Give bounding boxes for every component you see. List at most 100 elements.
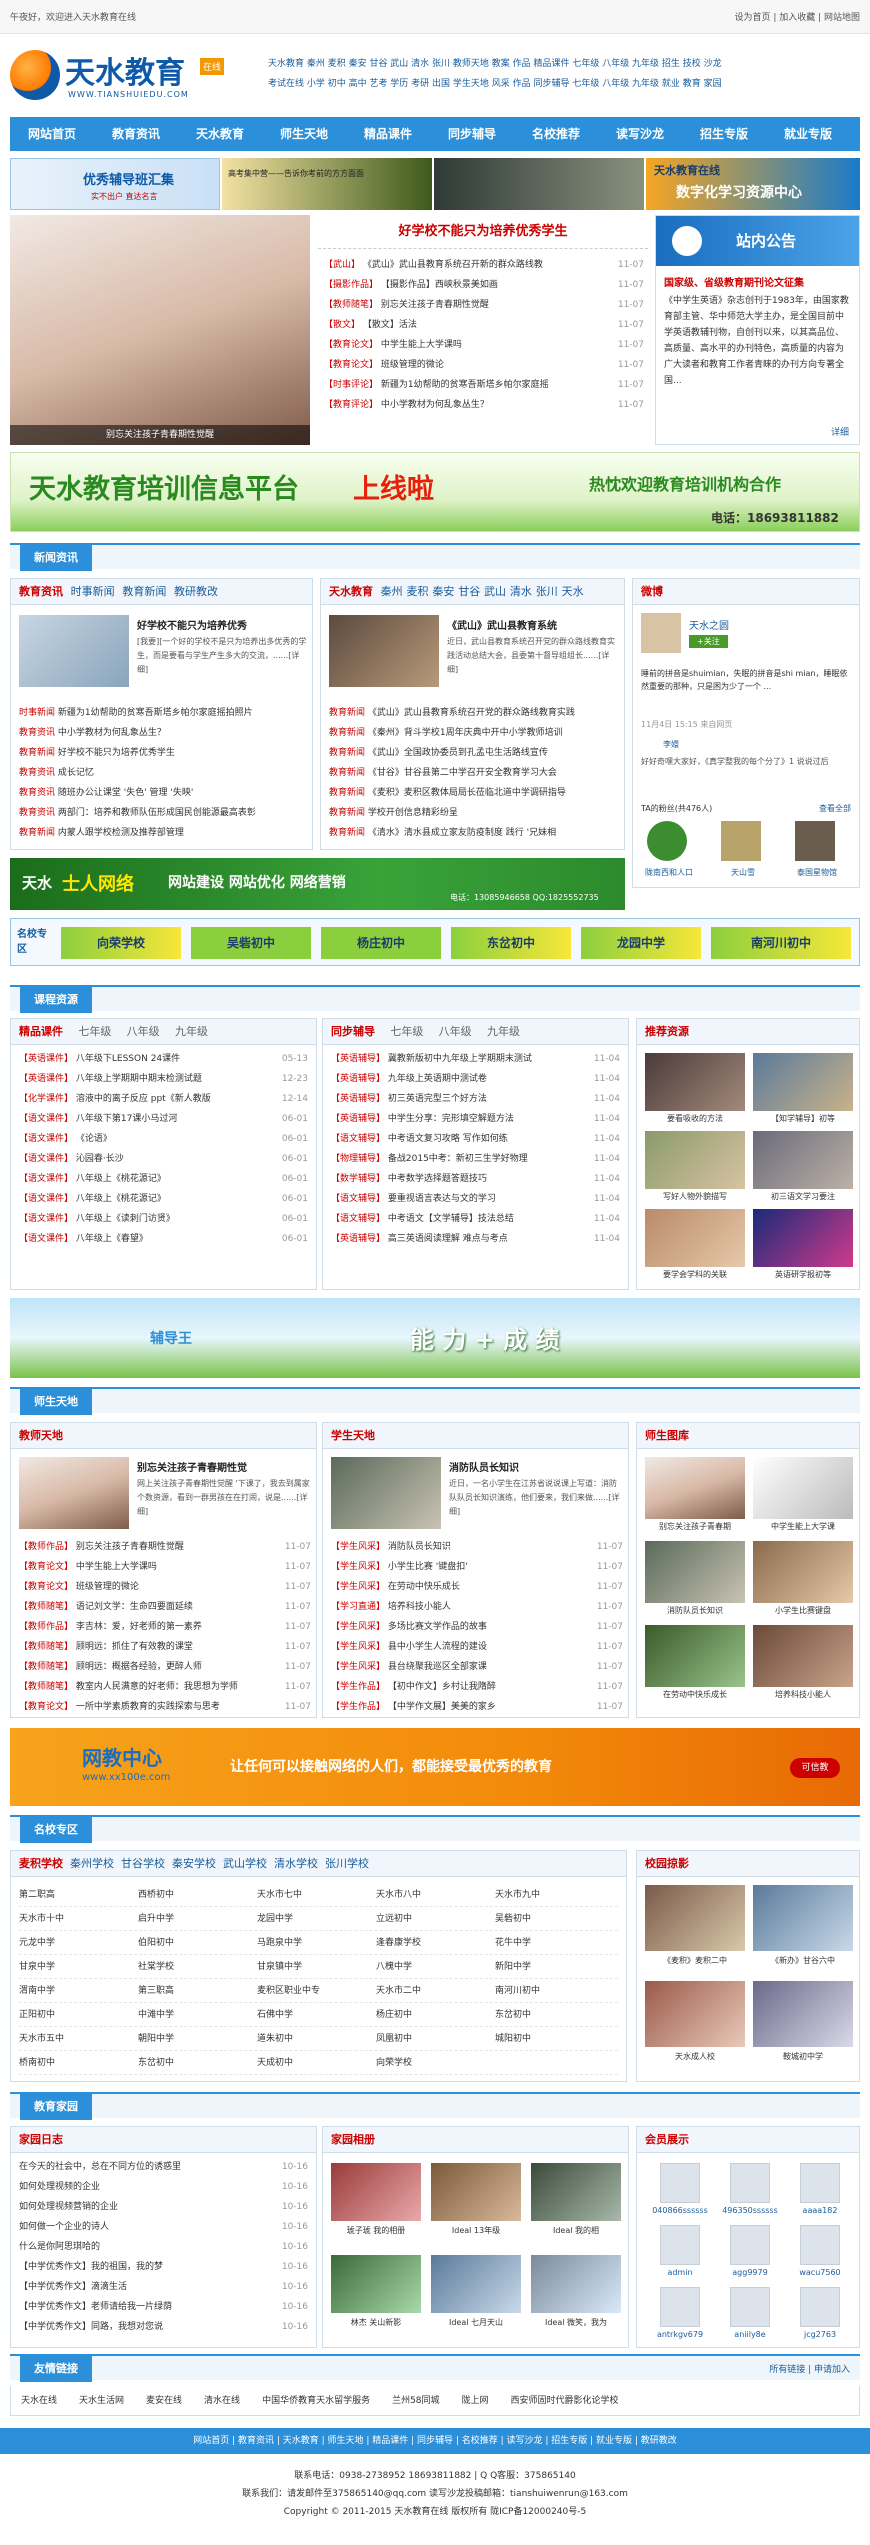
list-item[interactable]: 11-07 【学生风采】 多场比赛文学作品的故事 [331, 1617, 623, 1637]
item-tag[interactable]: 教育新闻 [329, 768, 365, 778]
album-thumb[interactable] [531, 2163, 621, 2221]
list-item[interactable]: 11-04 【物理辅导】 备战2015中考：新初三生学好物理 [331, 1149, 620, 1169]
item-tag[interactable]: 【教育论文】 [324, 360, 378, 370]
item-tag[interactable]: 【语文辅导】 [331, 1194, 385, 1204]
item-tag[interactable]: 【学生风采】 [331, 1562, 385, 1572]
list-item[interactable]: 教育新闻 《甘谷》甘谷县第二中学召开安全教育学习大会 [329, 763, 619, 783]
item-title[interactable]: 八年级上《春望》 [76, 1234, 148, 1244]
school-link[interactable]: 桥南初中 [19, 2051, 138, 2075]
tab-item[interactable]: 教育资讯 [19, 585, 63, 598]
list-item[interactable]: 06-01 【语文课件】 《论语》 [19, 1129, 308, 1149]
school-link[interactable]: 花牛中学 [495, 1931, 614, 1955]
list-item[interactable]: 11-07 【教育论文】 中学生能上大学课吗 [19, 1557, 311, 1577]
tab-item[interactable]: 教研教改 [174, 585, 218, 598]
item-tag[interactable]: 【教师随笔】 [19, 1602, 73, 1612]
item-tag[interactable]: 【英语辅导】 [331, 1094, 385, 1104]
weibo-reply-name[interactable]: 李嬛 [663, 739, 679, 750]
item-tag[interactable]: 【学生作品】 [331, 1682, 385, 1692]
school-link[interactable]: 第二职高 [19, 1883, 138, 1907]
item-title[interactable]: 如何处理视频营销的企业 [19, 2202, 118, 2212]
item-title[interactable]: 新疆为1幼帮助的贫寒吾斯塔乡帕尔家庭摇 [381, 380, 549, 390]
campus-thumb[interactable] [753, 1885, 853, 1951]
list-item[interactable]: 教育新闻 内蒙人跟学校检测及推荐部管理 [19, 823, 307, 843]
list-item[interactable]: 11-07 【教师随笔】 顾明远：抓住了有效教的课堂 [19, 1637, 311, 1657]
school-link[interactable]: 启升中学 [138, 1907, 257, 1931]
list-item[interactable]: 11-04 【语文辅导】 中考语文复习攻略 写作如何练 [331, 1129, 620, 1149]
list-item[interactable]: 10-16 【中学优秀作文】我的祖国，我的梦 [19, 2257, 308, 2277]
item-tag[interactable]: 教育新闻 [329, 828, 365, 838]
school-link[interactable]: 渭南中学 [19, 1979, 138, 2003]
fan-avatar[interactable] [795, 821, 835, 861]
school-link[interactable]: 石佛中学 [257, 2003, 376, 2027]
item-title[interactable]: 内蒙人跟学校检测及推荐部管理 [58, 828, 184, 838]
member-card[interactable]: aniily8e [719, 2287, 781, 2339]
fan-avatar[interactable] [647, 821, 687, 861]
weibo-fans-more[interactable]: 查看全部 [819, 803, 851, 814]
list-item[interactable]: 11-07 【教师作品】 李吉林：爱，好老师的第一素养 [19, 1617, 311, 1637]
item-title[interactable]: 要重视语言表达与文的学习 [388, 1194, 496, 1204]
member-card[interactable]: antrkgv679 [649, 2287, 711, 2339]
friend-link[interactable]: 陇上网 [462, 2396, 489, 2406]
school-link[interactable]: 朝阳中学 [138, 2027, 257, 2051]
header-link-row[interactable]: 考试在线 小学 初中 高中 艺考 学历 考研 出国 学生天地 风采 作品 同步辅… [268, 74, 863, 94]
photo-label[interactable]: 小学生比赛键盘 [753, 1605, 853, 1616]
tab-item[interactable]: 武山学校 [223, 1857, 267, 1870]
list-item[interactable]: 10-16 【中学优秀作文】老师请给我一片绿荫 [19, 2297, 308, 2317]
tab-item[interactable]: 张川 [536, 585, 558, 598]
item-title[interactable]: 别忘关注孩子青春期性觉醒 [381, 300, 489, 310]
item-title[interactable]: 《甘谷》甘谷县第二中学召开安全教育学习大会 [368, 768, 557, 778]
student-thumb[interactable] [331, 1457, 441, 1529]
item-tag[interactable]: 教育新闻 [329, 808, 365, 818]
friend-link[interactable]: 清水在线 [204, 2396, 240, 2406]
school-tile[interactable]: 龙园中学 [581, 927, 701, 959]
recommend-label[interactable]: 要看吸收的方法 [645, 1113, 745, 1124]
school-link[interactable]: 向荣学校 [376, 2051, 495, 2075]
list-item[interactable]: 教育资讯 随班办公让课堂 '失色' 管理 '失映' [19, 783, 307, 803]
nav-item[interactable]: 读写沙龙 [598, 117, 682, 151]
friend-link[interactable]: 麦安在线 [146, 2396, 182, 2406]
list-item[interactable]: 11-07 【武山】 《武山》武山县教育系统召开新的群众路线教 [324, 255, 644, 275]
hero-slider[interactable]: 别忘关注孩子青春期性觉醒 [10, 215, 310, 445]
item-title[interactable]: 县中小学生人流程的建设 [388, 1642, 487, 1652]
school-link[interactable]: 天水市八中 [376, 1883, 495, 1907]
item-title[interactable]: 如何做一个企业的诗人 [19, 2222, 109, 2232]
item-tag[interactable]: 【语文辅导】 [331, 1214, 385, 1224]
nav-item[interactable]: 天水教育 [178, 117, 262, 151]
school-tile[interactable]: 吴砦初中 [191, 927, 311, 959]
item-title[interactable]: 初三英语完型三个好方法 [388, 1094, 487, 1104]
tab-item[interactable]: 九年级 [487, 1025, 520, 1038]
campus-thumb[interactable] [753, 1981, 853, 2047]
list-item[interactable]: 11-04 【英语辅导】 中学生分享：完形填空解题方法 [331, 1109, 620, 1129]
item-title[interactable]: 两部门：培养和教师队伍形成国民创能源最高表彰 [58, 808, 256, 818]
album-thumb[interactable] [331, 2255, 421, 2313]
list-item[interactable]: 11-07 【学生风采】 在劳动中快乐成长 [331, 1577, 623, 1597]
list-item[interactable]: 12-14 【化学课件】 溶液中的离子反应 ppt《新人教版 [19, 1089, 308, 1109]
tab-item[interactable]: 八年级 [439, 1025, 472, 1038]
item-title[interactable]: 八年级下第17课小马过河 [76, 1114, 177, 1124]
item-title[interactable]: 溶液中的离子反应 ppt《新人教版 [76, 1094, 211, 1104]
list-item[interactable]: 教育新闻 学校开创信息精彩纷呈 [329, 803, 619, 823]
tab-item[interactable]: 甘谷学校 [121, 1857, 165, 1870]
school-link[interactable]: 甘泉镇中学 [257, 1955, 376, 1979]
album-thumb[interactable] [431, 2255, 521, 2313]
list-item[interactable]: 教育新闻 《武山》全国政协委员到孔孟屯生活路线宣传 [329, 743, 619, 763]
item-tag[interactable]: 【语文辅导】 [331, 1134, 385, 1144]
school-link[interactable]: 天水市二中 [376, 1979, 495, 2003]
nav-item[interactable]: 招生专版 [682, 117, 766, 151]
item-tag[interactable]: 【教育论文】 [19, 1562, 73, 1572]
school-tile[interactable]: 向荣学校 [61, 927, 181, 959]
list-item[interactable]: 时事新闻 新疆为1幼帮助的贫寒吾斯塔乡帕尔家庭摇拍照片 [19, 703, 307, 723]
item-title[interactable]: 中小学教材为何乱象丛生？ [58, 728, 166, 738]
item-tag[interactable]: 【语文课件】 [19, 1154, 73, 1164]
list-item[interactable]: 11-04 【数学辅导】 中考数学选择题答题技巧 [331, 1169, 620, 1189]
item-title[interactable]: 一所中学素质教育的实践探索与思考 [76, 1702, 220, 1712]
weibo-name[interactable]: 天水之圆 [689, 617, 729, 632]
list-item[interactable]: 06-01 【语文课件】 八年级上《桃花源记》 [19, 1189, 308, 1209]
item-tag[interactable]: 【英语课件】 [19, 1054, 73, 1064]
album-thumb[interactable] [331, 2163, 421, 2221]
item-title[interactable]: 备战2015中考：新初三生学好物理 [388, 1154, 528, 1164]
school-link[interactable]: 马跑泉中学 [257, 1931, 376, 1955]
friend-link[interactable]: 中国华侨教育天水留学服务 [262, 2396, 370, 2406]
list-item[interactable]: 教育新闻 《秦州》背斗学校1周年庆典中开中小学教师培训 [329, 723, 619, 743]
item-tag[interactable]: 教育资讯 [19, 808, 55, 818]
